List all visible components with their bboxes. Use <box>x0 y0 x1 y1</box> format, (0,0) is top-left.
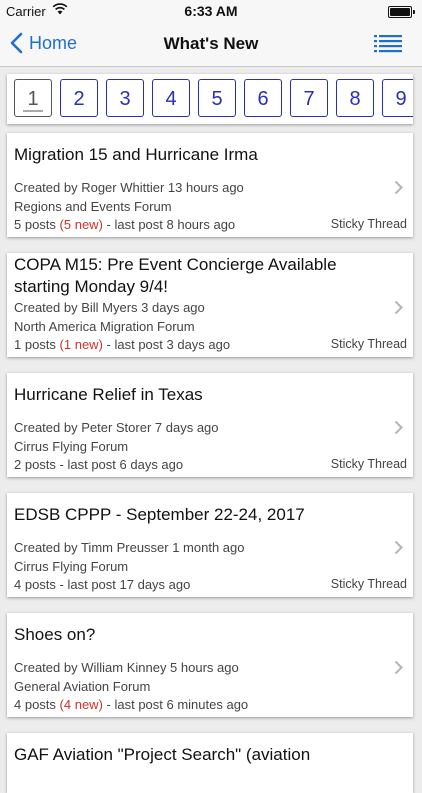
thread-forum: Regions and Events Forum <box>14 199 172 214</box>
page-button-8[interactable]: 8 <box>336 79 374 117</box>
chevron-right-icon <box>394 540 403 560</box>
thread-author: Created by Bill Myers 3 days ago <box>14 300 205 315</box>
thread-stats: 2 posts - last post 6 days ago <box>14 456 183 474</box>
thread-stats: 5 posts (5 new) - last post 8 hours ago <box>14 216 235 234</box>
new-post-count: (4 new) <box>59 697 103 712</box>
thread-forum: Cirrus Flying Forum <box>14 559 129 574</box>
chevron-right-icon <box>394 180 403 200</box>
page-selector: 1 2 3 4 5 6 7 8 9 <box>7 74 413 124</box>
sticky-badge: Sticky Thread <box>330 577 407 591</box>
post-count: 5 posts <box>14 217 56 232</box>
post-count: 2 posts <box>14 457 56 472</box>
page-button-4[interactable]: 4 <box>152 79 190 117</box>
thread-forum: North America Migration Forum <box>14 319 195 334</box>
thread-title: Migration 15 and Hurricane Irma <box>14 145 258 164</box>
sticky-badge: Sticky Thread <box>330 337 407 351</box>
page-button-6[interactable]: 6 <box>244 79 282 117</box>
new-post-count: (5 new) <box>59 217 103 232</box>
thread-title: COPA M15: Pre Event Concierge Available … <box>14 255 337 296</box>
thread-stats: 4 posts (4 new) - last post 6 minutes ag… <box>14 696 248 714</box>
chevron-right-icon <box>394 300 403 320</box>
thread-card[interactable]: EDSB CPPP - September 22-24, 2017 Create… <box>7 493 413 597</box>
sticky-badge: Sticky Thread <box>330 217 407 231</box>
new-post-count: (1 new) <box>59 337 103 352</box>
page-title: What's New <box>163 34 259 53</box>
page-button-2[interactable]: 2 <box>60 79 98 117</box>
thread-author: Created by Timm Preusser 1 month ago <box>14 540 245 555</box>
page-button-9[interactable]: 9 <box>382 79 413 117</box>
thread-title: Hurricane Relief in Texas <box>14 385 203 404</box>
thread-title: Shoes on? <box>14 625 96 644</box>
clock: 6:33 AM <box>184 3 238 19</box>
thread-forum: Cirrus Flying Forum <box>14 439 129 454</box>
chevron-right-icon <box>394 660 403 680</box>
post-count: 4 posts <box>14 697 56 712</box>
thread-card[interactable]: GAF Aviation "Project Search" (aviation <box>7 733 413 793</box>
chevron-right-icon <box>394 420 403 440</box>
sticky-badge: Sticky Thread <box>330 457 407 471</box>
battery-icon <box>388 6 415 18</box>
navigation-bar: Home What's New <box>0 22 422 67</box>
thread-author: Created by Roger Whittier 13 hours ago <box>14 180 244 195</box>
thread-title: GAF Aviation "Project Search" (aviation <box>14 745 311 764</box>
thread-title: EDSB CPPP - September 22-24, 2017 <box>14 505 305 524</box>
page-button-1[interactable]: 1 <box>14 79 52 117</box>
thread-stats: 1 posts (1 new) - last post 3 days ago <box>14 336 230 354</box>
status-bar: Carrier 6:33 AM <box>0 0 422 22</box>
list-menu-icon[interactable] <box>374 34 402 59</box>
page-button-7[interactable]: 7 <box>290 79 328 117</box>
thread-card[interactable]: Migration 15 and Hurricane Irma Created … <box>7 133 413 237</box>
thread-card[interactable]: COPA M15: Pre Event Concierge Available … <box>7 253 413 357</box>
last-post: - last post 17 days ago <box>59 577 191 592</box>
thread-author: Created by Peter Storer 7 days ago <box>14 420 219 435</box>
page-button-3[interactable]: 3 <box>106 79 144 117</box>
post-count: 1 posts <box>14 337 56 352</box>
thread-author: Created by William Kinney 5 hours ago <box>14 660 239 675</box>
last-post: - last post 6 minutes ago <box>106 697 249 712</box>
thread-forum: General Aviation Forum <box>14 679 151 694</box>
page-button-5[interactable]: 5 <box>198 79 236 117</box>
thread-card[interactable]: Shoes on? Created by William Kinney 5 ho… <box>7 613 413 717</box>
last-post: - last post 8 hours ago <box>106 217 236 232</box>
thread-card[interactable]: Hurricane Relief in Texas Created by Pet… <box>7 373 413 477</box>
last-post: - last post 6 days ago <box>59 457 184 472</box>
post-count: 4 posts <box>14 577 56 592</box>
last-post: - last post 3 days ago <box>106 337 231 352</box>
thread-stats: 4 posts - last post 17 days ago <box>14 576 190 594</box>
